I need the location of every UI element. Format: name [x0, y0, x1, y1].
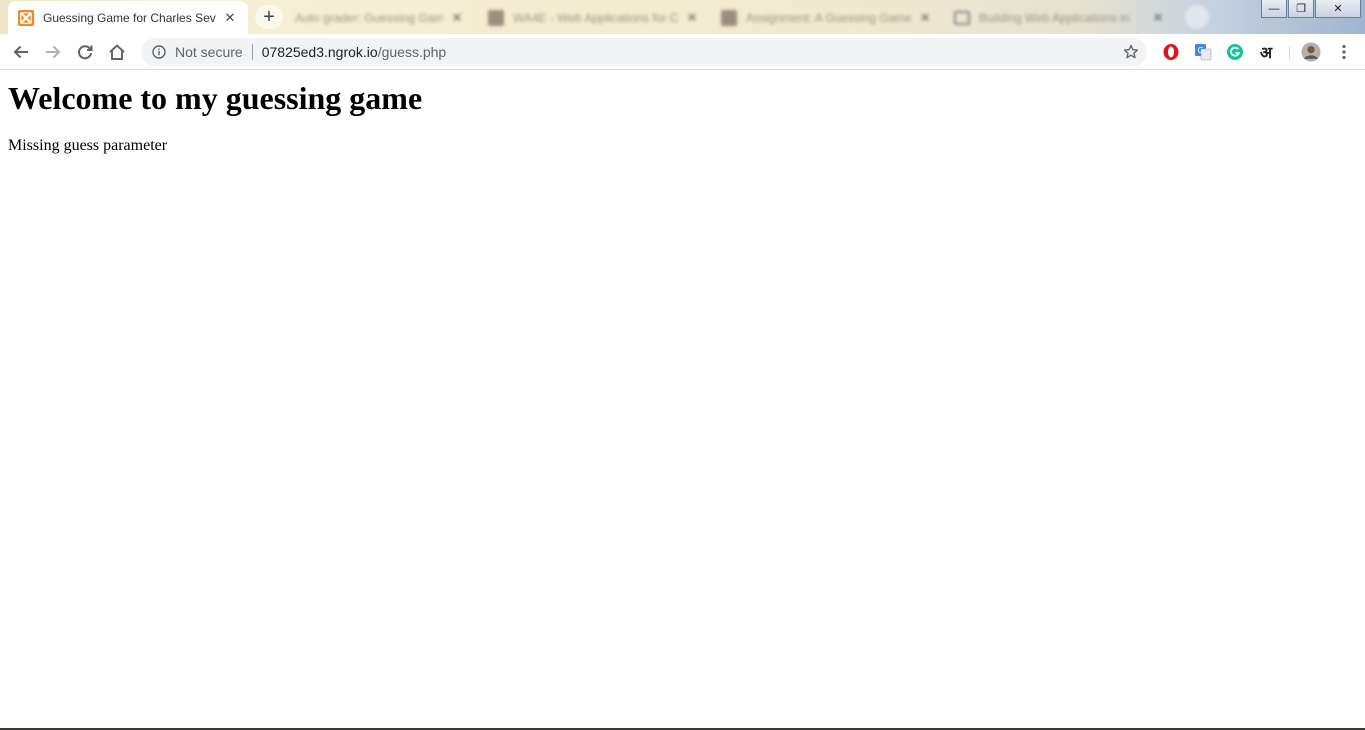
url-text[interactable]: 07825ed3.ngrok.io/guess.php [262, 44, 447, 60]
reload-icon [78, 45, 93, 60]
tab-close-icon[interactable]: ✕ [917, 10, 933, 26]
tab-strip: Guessing Game for Charles Sever ✕ + Auto… [0, 0, 1365, 34]
window-controls: — ❐ ✕ [1260, 0, 1361, 18]
site-favicon-icon [488, 9, 504, 26]
url-path: /guess.php [377, 44, 447, 60]
hindi-input-icon[interactable]: अ [1256, 42, 1276, 62]
profile-avatar[interactable] [1301, 42, 1321, 62]
tab-title: Building Web Applications in [979, 10, 1130, 25]
opera-extension-icon[interactable] [1161, 42, 1181, 62]
close-window-button[interactable]: ✕ [1315, 0, 1361, 18]
reload-button[interactable] [71, 38, 99, 66]
error-message: Missing guess parameter [8, 137, 168, 154]
xampp-icon [18, 9, 34, 26]
home-icon [109, 44, 125, 60]
tab-title: Assignment: A Guessing Game [746, 10, 911, 25]
forward-button[interactable] [39, 38, 67, 66]
toolbar-divider [1289, 46, 1290, 60]
browser-toolbar: Not secure 07825ed3.ngrok.io/guess.php G… [0, 34, 1365, 70]
security-label[interactable]: Not secure [175, 44, 243, 60]
page-heading: Welcome to my guessing game [8, 80, 423, 116]
info-icon[interactable] [151, 44, 167, 60]
new-tab-button[interactable]: + [255, 5, 283, 29]
omnibox-divider [251, 44, 253, 60]
tab-title: Guessing Game for Charles Sever [43, 10, 216, 25]
tab-title: WA4E - Web Applications for C [513, 10, 678, 25]
tab-close-icon[interactable]: ✕ [684, 10, 700, 26]
site-favicon-icon [721, 9, 737, 26]
forward-arrow-icon [46, 45, 61, 59]
grammarly-icon[interactable] [1225, 42, 1245, 62]
menu-kebab-icon[interactable] [1334, 42, 1354, 62]
url-host: 07825ed3.ngrok.io [261, 44, 378, 60]
tab-title: Auto grader: Guessing Game [295, 10, 443, 25]
tab-building-web-apps[interactable]: Building Web Applications in ✕ [944, 1, 1176, 34]
back-arrow-icon [13, 45, 28, 59]
bookmark-star-icon[interactable] [1123, 44, 1139, 60]
tab-assignment[interactable]: Assignment: A Guessing Game ✕ [711, 1, 943, 34]
new-tab-button-blurred [1185, 5, 1209, 29]
google-translate-icon[interactable]: G [1193, 42, 1213, 62]
tab-auto-grader[interactable]: Auto grader: Guessing Game ✕ [285, 1, 475, 34]
tab-close-icon[interactable]: ✕ [1150, 10, 1166, 26]
tab-close-icon[interactable]: ✕ [222, 10, 238, 26]
svg-text:G: G [1198, 46, 1204, 55]
page-content: Welcome to my guessing game Missing gues… [0, 70, 1365, 728]
back-button[interactable] [7, 38, 35, 66]
tab-close-icon[interactable]: ✕ [449, 10, 465, 26]
camera-icon [954, 10, 970, 25]
address-bar[interactable]: Not secure 07825ed3.ngrok.io/guess.php [141, 38, 1147, 66]
restore-button[interactable]: ❐ [1288, 0, 1314, 18]
tab-guessing-game[interactable]: Guessing Game for Charles Sever ✕ [8, 1, 248, 34]
minimize-button[interactable]: — [1261, 0, 1287, 18]
home-button[interactable] [103, 38, 131, 66]
tab-wa4e[interactable]: WA4E - Web Applications for C ✕ [478, 1, 710, 34]
